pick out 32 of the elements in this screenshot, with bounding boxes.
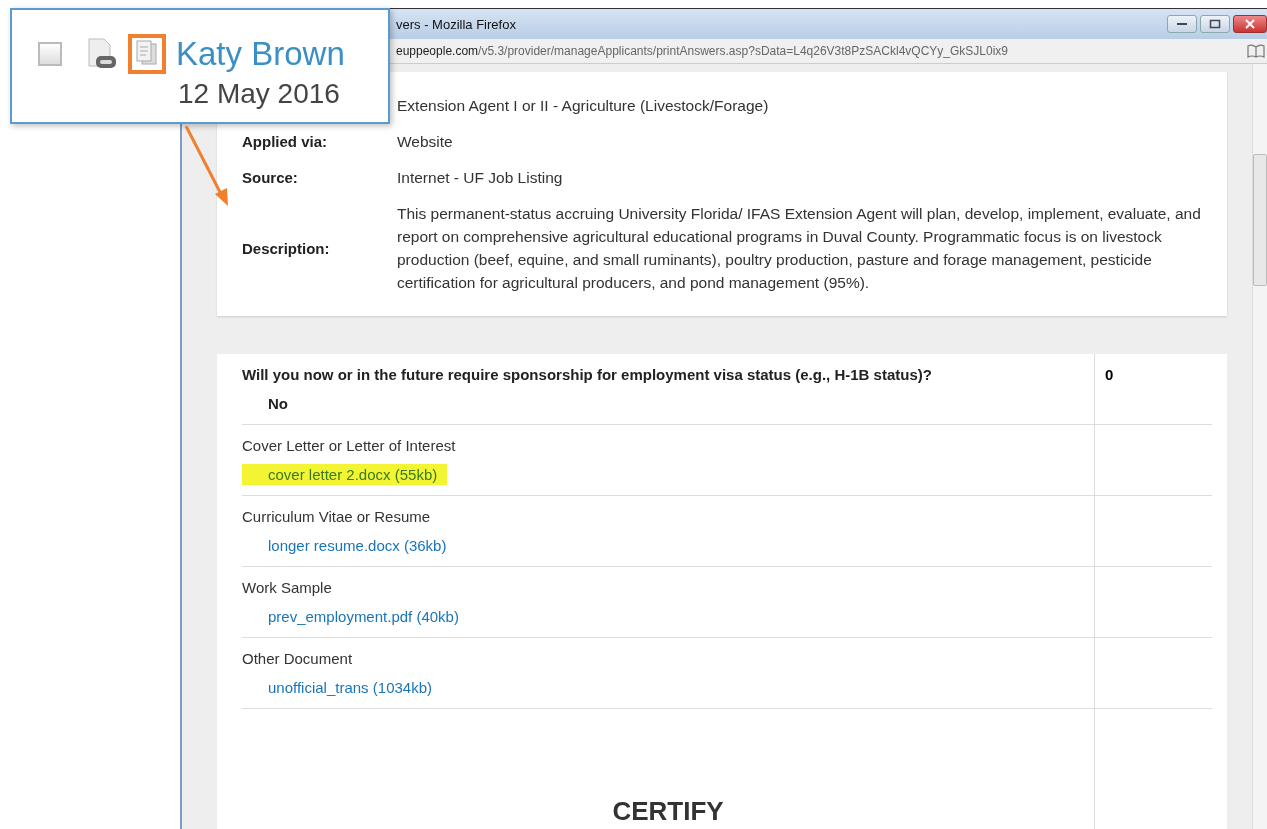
field-label: Source:	[242, 169, 299, 186]
scrollbar-thumb[interactable]	[1253, 154, 1267, 286]
question-text: Cover Letter or Letter of Interest	[242, 437, 456, 454]
question-text: Other Document	[242, 650, 353, 667]
position-value: Extension Agent I or II - Agriculture (Livestock/Forage)	[397, 96, 769, 116]
application-date: 12 May 2016	[178, 78, 340, 110]
scrollbar[interactable]	[1252, 64, 1267, 829]
question-text: Work Sample	[242, 579, 332, 596]
file-link[interactable]: longer resume.docx (36kb)	[268, 535, 447, 556]
window-title: vers - Mozilla Firefox	[396, 16, 516, 32]
checkbox[interactable]	[38, 42, 62, 66]
close-button[interactable]	[1233, 15, 1267, 33]
minimize-button[interactable]	[1167, 15, 1197, 33]
question-text: Will you now or in the future require sponsorship for employment visa status (e.g., H-1B status)?	[242, 366, 932, 383]
field-value: Internet - UF Job Listing	[397, 168, 563, 188]
field-label: Applied via:	[242, 133, 328, 150]
certify-heading: CERTIFY	[612, 796, 724, 827]
field-value: This permanent-status accruing University Florida/ IFAS Extension Agent will plan, develop, implement, evaluate, and report on comprehensive agricultural educational programs in Duval County. Programmatic focus is on livestock production (beef, equine, and small ruminants), poultry production, pasture and forage management, pesticide certification for agricultural producers, and pond management (95%).	[397, 204, 1202, 293]
field-label: Description:	[242, 239, 331, 257]
question-text: Curriculum Vitae or Resume	[242, 508, 431, 525]
score-text: 0	[1105, 366, 1114, 383]
reader-view-icon[interactable]	[1247, 44, 1265, 58]
file-link[interactable]: unofficial_trans (1034kb)	[268, 677, 432, 698]
maximize-button[interactable]	[1200, 15, 1230, 33]
field-value: Website	[397, 132, 453, 152]
close-icon	[1244, 19, 1256, 29]
documents-icon[interactable]	[128, 34, 166, 74]
maximize-icon	[1209, 19, 1221, 29]
file-link[interactable]: prev_employment.pdf (40kb)	[268, 606, 459, 627]
url-text: euppeople.com/v5.3/provider/manageApplicants/printAnswers.asp?sData=L4q26V3t8PzSACkl4vQCYy_GkSJL0ix9	[396, 44, 1008, 58]
file-link[interactable]: cover letter 2.docx (55kb)	[242, 464, 448, 485]
answer-text: No	[268, 394, 288, 414]
